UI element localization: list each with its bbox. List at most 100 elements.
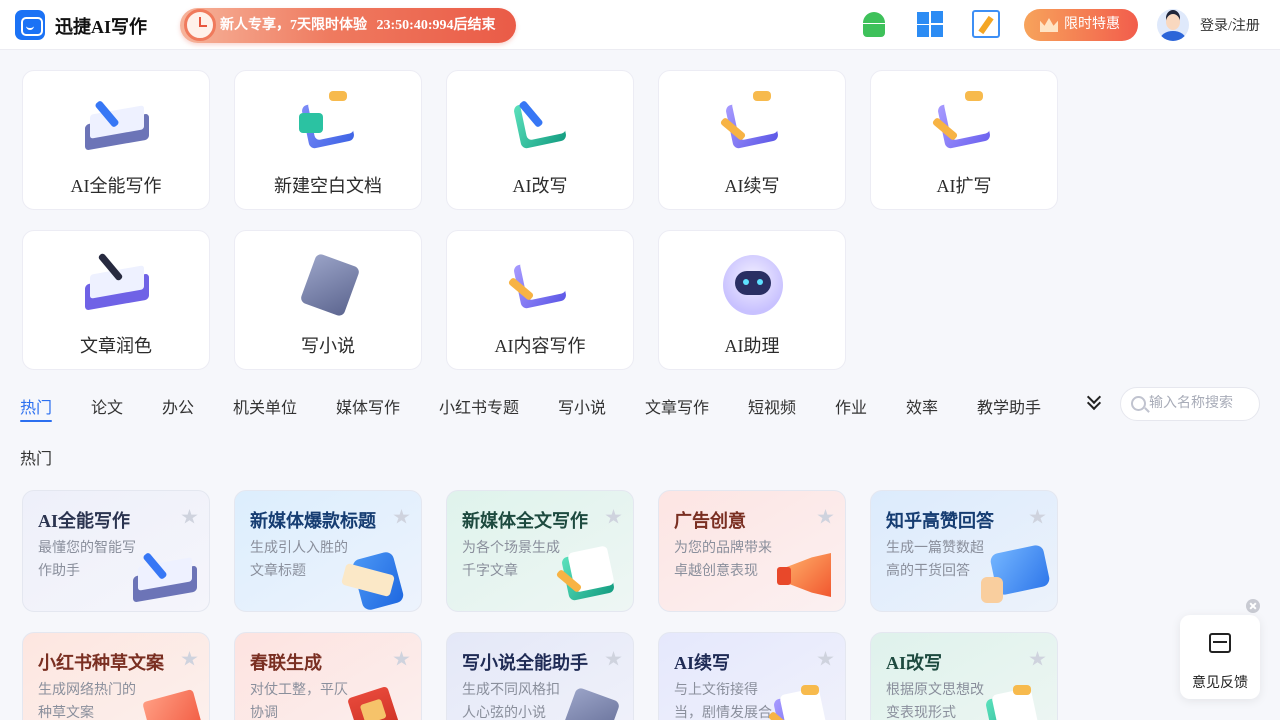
vip-offer-label: 限时特惠 [1064, 17, 1120, 32]
content-writing-icon [505, 251, 577, 317]
template-desc: 最懂您的智能写作助手 [38, 541, 136, 579]
rewrite-icon [505, 91, 577, 157]
tab-office[interactable]: 办公 [162, 394, 194, 418]
tool-card-label: AI续写 [724, 176, 780, 196]
notebook-icon [553, 685, 627, 720]
android-icon[interactable] [860, 10, 888, 38]
template-desc: 生成引人入胜的文章标题 [250, 541, 348, 579]
tool-card-label: 写小说 [301, 336, 355, 356]
tool-card-label: AI助理 [724, 336, 780, 356]
template-title: AI续写 [674, 653, 731, 673]
robot-icon [717, 251, 789, 317]
template-title: AI改写 [886, 653, 943, 673]
couplet-scroll-icon [341, 685, 415, 720]
star-icon[interactable] [181, 651, 198, 666]
tab-homework[interactable]: 作业 [835, 394, 867, 418]
alarm-clock-icon [184, 9, 216, 41]
template-title: 新媒体全文写作 [462, 511, 588, 531]
crown-icon [1040, 18, 1058, 32]
continue-writing-icon [717, 91, 789, 157]
tab-teaching-assistant[interactable]: 教学助手 [977, 394, 1041, 418]
template-card-xiaohongshu-copy[interactable]: 小红书种草文案 生成网络热门的种草文案 [22, 632, 210, 720]
promo-banner[interactable]: 新人专享，7天限时体验 23:50:40:994后结束 [180, 8, 516, 43]
tool-card-ai-writing[interactable]: AI全能写作 [22, 70, 210, 210]
rewrite-icon [977, 685, 1051, 720]
megaphone-icon [765, 543, 839, 609]
template-desc: 生成网络热门的种草文案 [38, 683, 136, 720]
phone-icon [341, 543, 415, 611]
tab-media-writing[interactable]: 媒体写作 [336, 394, 400, 418]
template-card-media-article[interactable]: 新媒体全文写作 为各个场景生成千字文章 [446, 490, 634, 612]
user-avatar[interactable] [1157, 9, 1189, 41]
star-icon[interactable] [1029, 651, 1046, 666]
feedback-button[interactable]: 意见反馈 [1180, 615, 1260, 699]
editor-app-icon[interactable] [972, 10, 1000, 38]
star-icon[interactable] [1029, 509, 1046, 524]
promo-text: 新人专享，7天限时体验 [220, 18, 367, 33]
close-icon[interactable] [1246, 599, 1260, 613]
tab-article-writing[interactable]: 文章写作 [645, 394, 709, 418]
tool-card-content-writing[interactable]: AI内容写作 [446, 230, 634, 370]
tool-card-polish[interactable]: 文章润色 [22, 230, 210, 370]
tool-card-new-document[interactable]: 新建空白文档 [234, 70, 422, 210]
tool-card-expand-writing[interactable]: AI扩写 [870, 70, 1058, 210]
section-title: 热门 [20, 451, 53, 468]
windows-icon[interactable] [916, 10, 944, 38]
feedback-icon [1209, 633, 1231, 653]
star-icon[interactable] [817, 509, 834, 524]
tab-government[interactable]: 机关单位 [233, 394, 297, 418]
tab-thesis[interactable]: 论文 [91, 394, 123, 418]
template-title: 春联生成 [250, 653, 322, 673]
app-logo-icon[interactable] [15, 10, 45, 40]
template-card-novel-assistant[interactable]: 写小说全能助手 生成不同风格扣人心弦的小说 [446, 632, 634, 720]
template-desc: 根据原文思想改变表现形式 [886, 683, 984, 720]
continue-writing-icon [765, 685, 839, 720]
star-icon[interactable] [181, 509, 198, 524]
login-register-link[interactable]: 登录/注册 [1200, 15, 1260, 35]
tab-short-video[interactable]: 短视频 [748, 394, 796, 418]
tool-card-label: AI内容写作 [494, 336, 586, 356]
polish-icon [81, 251, 153, 317]
tab-xiaohongshu[interactable]: 小红书专题 [439, 394, 519, 418]
category-tabs: 热门 论文 办公 机关单位 媒体写作 小红书专题 写小说 文章写作 短视频 作业… [0, 385, 1280, 425]
search-input[interactable] [1149, 395, 1255, 413]
tab-novel[interactable]: 写小说 [558, 394, 606, 418]
tool-card-rewrite[interactable]: AI改写 [446, 70, 634, 210]
double-chevron-down-icon[interactable] [1086, 389, 1104, 414]
star-icon[interactable] [605, 651, 622, 666]
tool-card-label: 文章润色 [80, 336, 152, 356]
vip-offer-button[interactable]: 限时特惠 [1024, 9, 1138, 41]
template-title: 知乎高赞回答 [886, 511, 994, 531]
template-card-spring-couplet[interactable]: 春联生成 对仗工整，平仄协调 [234, 632, 422, 720]
new-document-icon [293, 91, 365, 157]
tool-card-ai-assistant[interactable]: AI助理 [658, 230, 846, 370]
tool-card-label: 新建空白文档 [274, 176, 382, 196]
search-box[interactable] [1120, 387, 1260, 421]
tab-efficiency[interactable]: 效率 [906, 394, 938, 418]
template-card-ad-creative[interactable]: 广告创意 为您的品牌带来卓越创意表现 [658, 490, 846, 612]
template-card-continue-writing[interactable]: AI续写 与上文衔接得当，剧情发展合 [658, 632, 846, 720]
template-title: AI全能写作 [38, 511, 131, 531]
template-desc: 生成不同风格扣人心弦的小说 [462, 683, 560, 720]
book-pen-icon [81, 91, 153, 157]
tab-hot[interactable]: 热门 [20, 394, 53, 422]
red-book-icon [129, 685, 204, 720]
star-icon[interactable] [817, 651, 834, 666]
star-icon[interactable] [605, 509, 622, 524]
star-icon[interactable] [393, 651, 410, 666]
tool-card-label: AI改写 [512, 176, 568, 196]
app-name[interactable]: 迅捷AI写作 [55, 13, 147, 39]
tool-card-continue-writing[interactable]: AI续写 [658, 70, 846, 210]
feedback-label: 意见反馈 [1192, 676, 1248, 691]
search-icon [1131, 396, 1146, 411]
template-desc: 为各个场景生成千字文章 [462, 541, 560, 579]
template-card-zhihu-answer[interactable]: 知乎高赞回答 生成一篇赞数超高的干货回答 [870, 490, 1058, 612]
template-title: 新媒体爆款标题 [250, 511, 376, 531]
template-card-ai-writing[interactable]: AI全能写作 最懂您的智能写作助手 [22, 490, 210, 612]
template-card-rewrite[interactable]: AI改写 根据原文思想改变表现形式 [870, 632, 1058, 720]
tool-card-write-novel[interactable]: 写小说 [234, 230, 422, 370]
star-icon[interactable] [393, 509, 410, 524]
tool-card-label: AI扩写 [936, 176, 992, 196]
template-desc: 为您的品牌带来卓越创意表现 [674, 541, 772, 579]
template-card-media-headline[interactable]: 新媒体爆款标题 生成引人入胜的文章标题 [234, 490, 422, 612]
